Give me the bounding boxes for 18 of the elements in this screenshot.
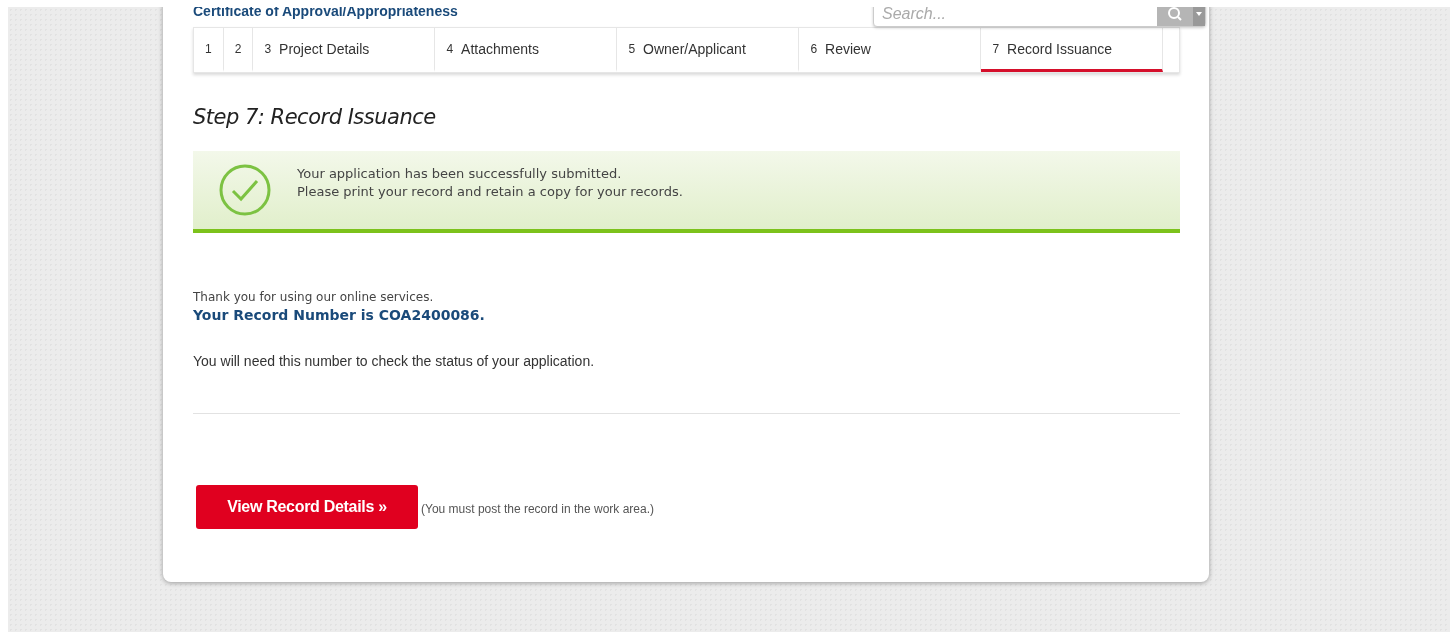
search-field[interactable]: Search... (880, 7, 1134, 24)
search-bar[interactable]: Search... (873, 7, 1206, 27)
caret-icon[interactable] (1193, 7, 1205, 26)
view-record-details-button[interactable]: View Record Details » (196, 485, 418, 529)
status-note: You will need this number to check the status of your application. (193, 353, 596, 369)
step-tab[interactable]: 4 Attachments (435, 28, 618, 72)
step-heading: Step 7: Record Issuance (193, 105, 437, 129)
step-tab[interactable]: 3 Project Details (253, 28, 436, 72)
check-circle-icon (219, 164, 271, 216)
step-tab[interactable]: 2 (223, 28, 254, 72)
record-number: Your Record Number is COA2400086. (193, 307, 486, 323)
thank-you-text: Thank you for using our online services. (193, 290, 435, 304)
success-message: Your application has been successfully submitted. Please print your record and retain a copy for your records. (297, 165, 683, 201)
step-tab[interactable]: 5 Owner/Applicant (617, 28, 800, 72)
search-icon[interactable] (1157, 7, 1193, 26)
step-tab[interactable]: 1 (194, 28, 224, 72)
work-area-note: (You must post the record in the work area.) (421, 501, 654, 516)
step-tab[interactable]: 6 Review (799, 28, 982, 72)
